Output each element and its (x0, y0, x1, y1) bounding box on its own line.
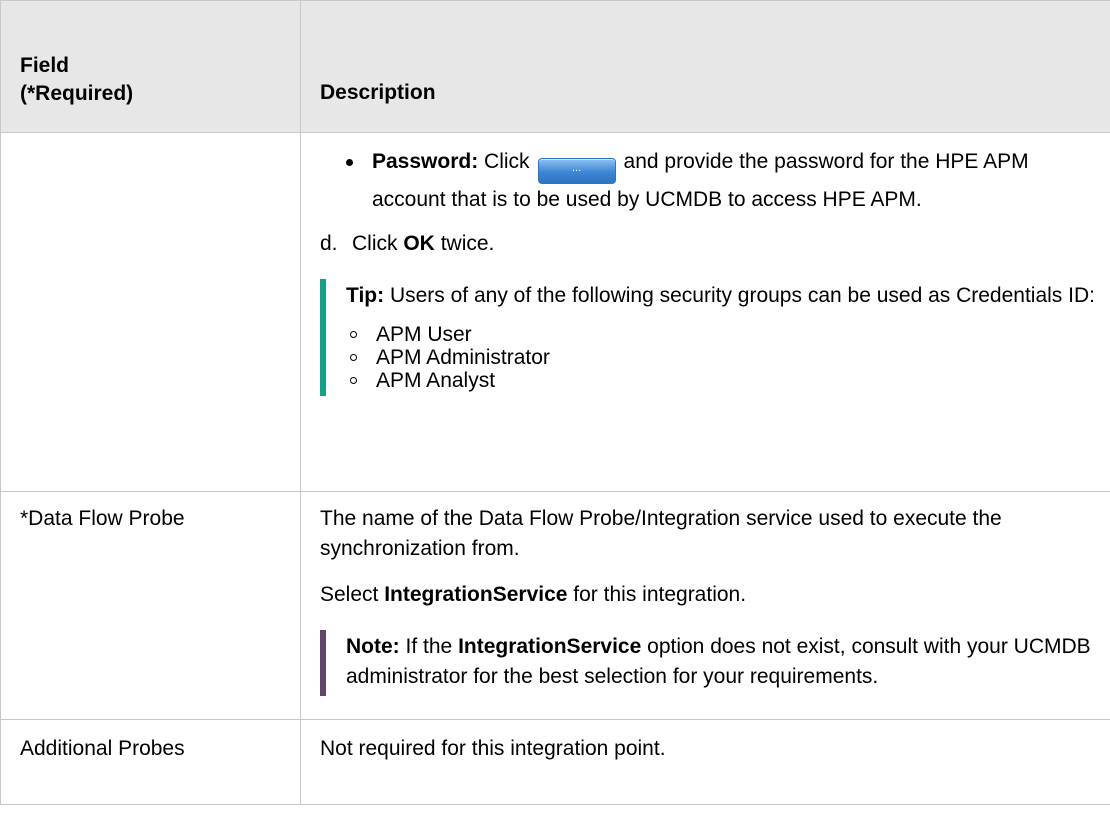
probe-select-paragraph: Select IntegrationService for this integ… (320, 580, 1100, 610)
integration-fields-table: Field (*Required) Description Password: … (0, 0, 1110, 805)
credentials-description-cell: Password: Click... and provide the passwo… (300, 132, 1110, 492)
tip-list-item: APM Administrator (346, 346, 1100, 369)
probe-field-cell: *Data Flow Probe (0, 491, 301, 720)
note-bold: IntegrationService (458, 635, 642, 658)
note-pre: If the (405, 635, 453, 658)
tip-list-item: APM User (346, 323, 1100, 346)
tip-item-text: APM Administrator (376, 346, 550, 369)
bullet-dot-icon (346, 159, 353, 166)
tip-callout: Tip: Users of any of the following secur… (320, 279, 1100, 396)
step-letter: d. (320, 232, 338, 255)
circle-bullet-icon (350, 331, 357, 338)
probe-select-pre: Select (320, 583, 379, 606)
ellipsis-button[interactable]: ... (537, 158, 616, 184)
tip-list-item: APM Analyst (346, 369, 1100, 392)
note-callout: Note: If the IntegrationService option d… (320, 630, 1100, 696)
credentials-field-cell (0, 132, 301, 492)
table-header-row: Field (*Required) Description (0, 0, 1110, 133)
step-d: d. Click OK twice. (320, 229, 1100, 259)
tip-item-text: APM Analyst (376, 369, 496, 392)
tip-paragraph: Tip: Users of any of the following secur… (346, 281, 1100, 311)
note-label: Note: (346, 635, 400, 658)
table-row-additional-probes: Additional Probes Not required for this … (0, 719, 1110, 805)
additional-field-cell: Additional Probes (0, 719, 301, 805)
note-paragraph: Note: If the IntegrationService option d… (346, 632, 1100, 692)
header-field-line1: Field (20, 54, 70, 77)
probe-description-cell: The name of the Data Flow Probe/Integrat… (300, 491, 1110, 720)
circle-bullet-icon (350, 354, 357, 361)
probe-desc-paragraph: The name of the Data Flow Probe/Integrat… (320, 507, 1002, 560)
probe-select-post: for this integration. (573, 583, 747, 606)
header-field: Field (*Required) (0, 0, 301, 133)
password-label: Password: (372, 150, 479, 173)
step-post-text: twice. (440, 232, 495, 255)
header-field-line2: (*Required) (20, 82, 134, 105)
table-row-data-flow-probe: *Data Flow Probe The name of the Data Fl… (0, 491, 1110, 720)
tip-list: APM User APM Administrator APM Analyst (346, 323, 1100, 392)
password-list-item: Password: Click... and provide the passwo… (334, 146, 1100, 216)
tip-label: Tip: (346, 284, 385, 307)
step-ok-bold: OK (403, 232, 435, 255)
password-pre-text: Click (484, 150, 530, 173)
tip-item-text: APM User (376, 323, 472, 346)
header-description: Description (300, 0, 1110, 133)
table-row-credentials: Password: Click... and provide the passwo… (0, 132, 1110, 492)
probe-select-bold: IntegrationService (384, 583, 568, 606)
additional-description-cell: Not required for this integration point. (300, 719, 1110, 805)
tip-text: Users of any of the following security g… (389, 284, 1095, 307)
password-list: Password: Click... and provide the passwo… (320, 146, 1100, 216)
circle-bullet-icon (350, 377, 357, 384)
step-pre-text: Click (352, 232, 398, 255)
